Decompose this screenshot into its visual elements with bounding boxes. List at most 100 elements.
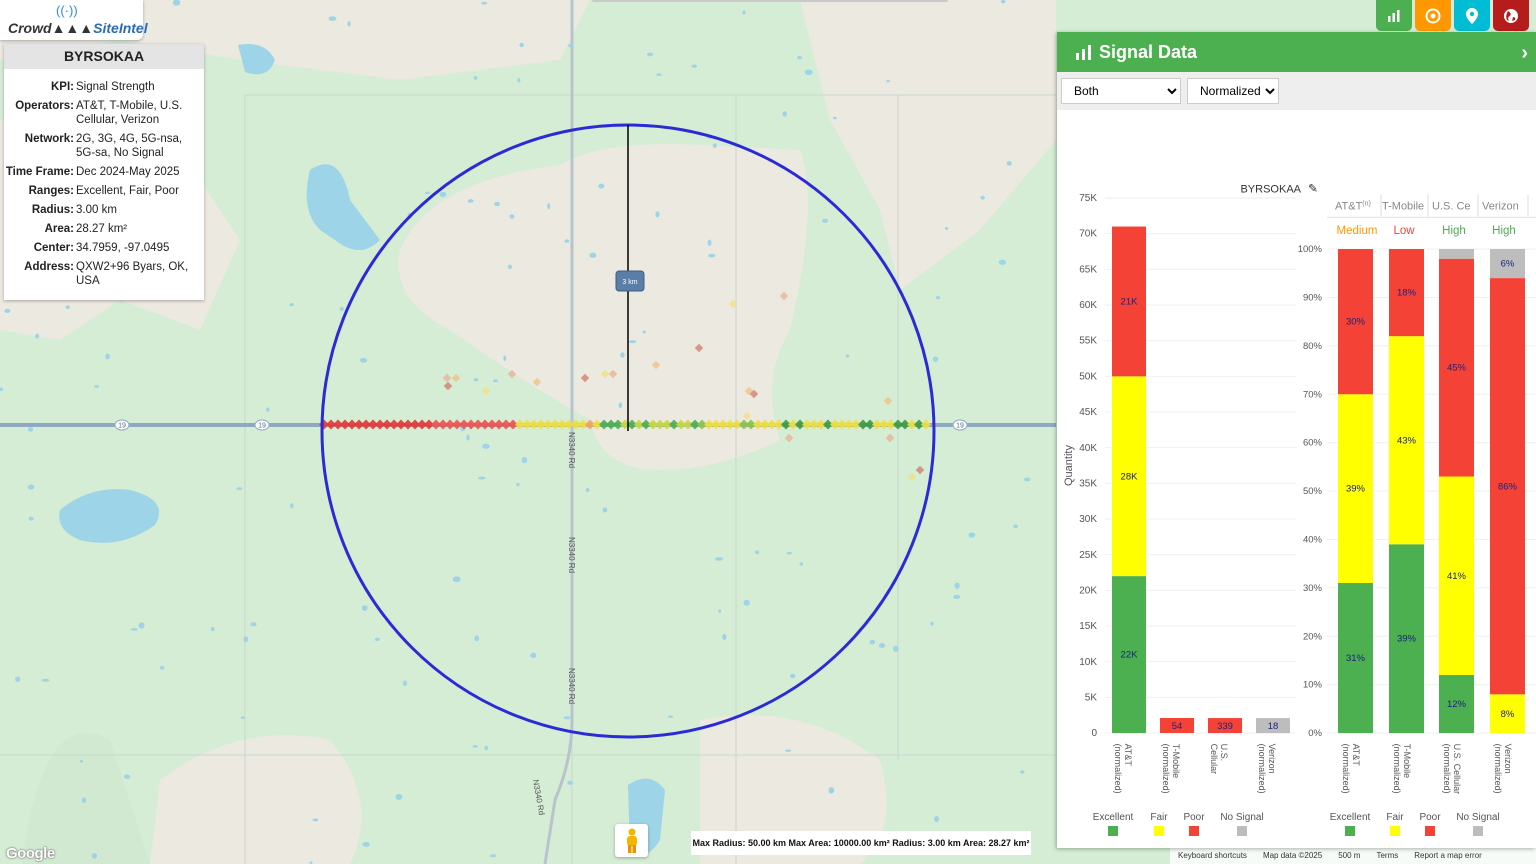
operator-rating: High [1492, 225, 1516, 237]
target-button[interactable] [1415, 0, 1451, 31]
x-tick-label: (normalized) [1113, 744, 1123, 794]
map-pond [980, 195, 985, 200]
google-logo: Google [6, 845, 55, 862]
info-row: Area: 28.27 km² [4, 220, 204, 239]
map-pond [707, 239, 712, 246]
y-tick-label: 90% [1303, 293, 1323, 304]
info-value: AT&T, T-Mobile, U.S. Cellular, Verizon [76, 100, 183, 126]
info-row: Center: 34.7959, -97.0495 [4, 239, 204, 258]
operator-mode-select[interactable]: Both [1061, 78, 1181, 104]
data-label: 18% [1397, 288, 1417, 299]
map-pond [27, 484, 35, 490]
map-pond [27, 427, 34, 432]
legend-swatch[interactable] [1425, 826, 1435, 836]
map-pond [482, 443, 490, 449]
search-bar-edge[interactable] [592, 0, 948, 2]
street-view-pegman[interactable] [615, 824, 648, 857]
map-pond [138, 622, 145, 629]
pencil-icon[interactable]: ✎ [1308, 182, 1318, 196]
x-tick-label: Verizon [1503, 744, 1513, 774]
location-button[interactable] [1454, 0, 1490, 31]
map-pond [312, 818, 319, 822]
legend-swatch[interactable] [1108, 826, 1118, 836]
antenna-icon: ((·)) [56, 3, 78, 18]
legend-swatch[interactable] [1390, 826, 1400, 836]
chart-button[interactable] [1376, 0, 1412, 31]
y-axis-label: Quantity [1063, 445, 1075, 486]
app-logo[interactable]: ((·)) Crowd▲▲▲SiteIntel [0, 0, 148, 40]
info-key: Ranges: [28, 185, 74, 197]
map-pond [35, 333, 40, 339]
map-pond [105, 353, 110, 360]
map-pond [932, 356, 939, 362]
map-pond [236, 487, 243, 491]
map-pond [481, 1, 488, 5]
map-pond [425, 191, 431, 195]
operator-rating: High [1442, 225, 1466, 237]
x-tick-label: (normalized) [1392, 744, 1402, 794]
info-key: Network: [24, 133, 74, 145]
y-tick-label: 80% [1303, 341, 1323, 352]
map-pond [930, 621, 934, 626]
map-pond [797, 55, 802, 60]
map-pond [567, 780, 573, 785]
highway-shield-label: 19 [956, 423, 964, 430]
legend-swatch[interactable] [1154, 826, 1164, 836]
operator-rating: Low [1393, 225, 1415, 237]
map-pond [935, 295, 941, 300]
bar-chart-icon [1076, 45, 1091, 60]
info-key: Center: [33, 242, 74, 254]
charts-area: BYRSOKAA ✎ 0 5K 10K 15K 20K 25K 30K 35K 40K 45K 50K 5… [1063, 182, 1536, 836]
legend-swatch[interactable] [1189, 826, 1199, 836]
info-value: Signal Strength [76, 81, 155, 93]
map-pond [708, 253, 716, 258]
map-pond [503, 355, 507, 361]
target-icon [1425, 8, 1441, 23]
map-pond [516, 482, 520, 487]
data-label: 39% [1397, 634, 1417, 645]
info-value: 28.27 km² [76, 223, 128, 235]
legend-label: Poor [1183, 812, 1205, 823]
x-tick-label: U.S. [1219, 744, 1229, 762]
legend-swatch[interactable] [1473, 826, 1483, 836]
map-pond [507, 264, 513, 270]
data-label: 8% [1501, 709, 1515, 720]
map-pond [28, 516, 34, 521]
data-label: 12% [1447, 699, 1467, 710]
globe-button[interactable] [1493, 0, 1529, 31]
data-label: 18 [1268, 721, 1279, 732]
y-tick-label: 40K [1079, 443, 1097, 454]
y-tick-label: 50% [1303, 486, 1323, 497]
map-pond [646, 52, 654, 57]
x-tick-label: (normalized) [1257, 744, 1267, 794]
panel-title: Signal Data [1099, 41, 1198, 62]
data-label: 45% [1447, 363, 1467, 374]
operator-header: U.S. Ce [1432, 200, 1471, 212]
map-pond [530, 652, 537, 659]
info-row: Ranges: Excellent, Fair, Poor [4, 182, 204, 201]
operator-header: T-Mobile [1382, 200, 1424, 212]
legend-swatch[interactable] [1345, 826, 1355, 836]
map-pond [243, 636, 249, 643]
bar-segment[interactable] [1439, 249, 1474, 259]
map-pond [953, 594, 961, 599]
globe-icon [1504, 8, 1518, 23]
data-label: 54 [1172, 721, 1183, 732]
legend-swatch[interactable] [1237, 826, 1247, 836]
map-pond [41, 678, 50, 682]
y-tick-label: 10K [1079, 657, 1097, 668]
info-row: Network: 2G, 3G, 4G, 5G-nsa, 5G-sa, No Si… [4, 130, 204, 163]
map-pond [785, 749, 792, 752]
data-label: 41% [1447, 571, 1467, 582]
x-tick-label: Verizon [1267, 744, 1277, 774]
chevron-right-icon[interactable]: › [1521, 42, 1528, 65]
map-pond [563, 716, 571, 720]
y-tick-label: 5K [1085, 692, 1098, 703]
map-pond [629, 340, 637, 344]
map-pond [668, 715, 674, 719]
scale-mode-select[interactable]: Normalized [1187, 78, 1279, 104]
data-label: 30% [1346, 317, 1366, 328]
info-key: Radius: [31, 204, 74, 216]
map-pond [290, 503, 294, 509]
map-pond [91, 852, 98, 859]
